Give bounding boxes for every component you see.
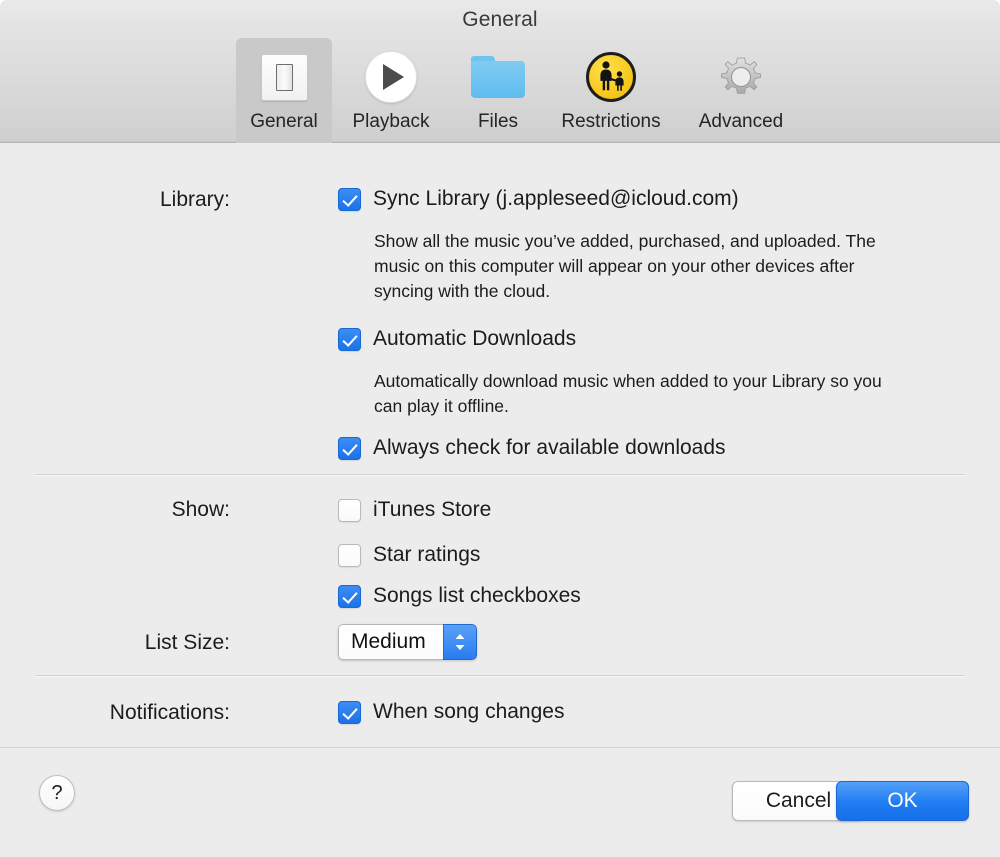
automatic-downloads-description: Automatically download music when added …: [374, 369, 914, 419]
automatic-downloads-row[interactable]: Automatic Downloads: [338, 327, 576, 351]
when-song-changes-row[interactable]: When song changes: [338, 700, 564, 724]
tab-restrictions-label: Restrictions: [561, 111, 660, 133]
list-size-popup-button[interactable]: Medium: [338, 624, 477, 660]
tab-restrictions[interactable]: Restrictions: [546, 38, 676, 143]
tab-playback[interactable]: Playback: [332, 38, 450, 143]
always-check-checkbox[interactable]: [338, 437, 361, 460]
always-check-label: Always check for available downloads: [373, 436, 726, 460]
tab-playback-label: Playback: [352, 111, 429, 133]
tab-advanced-label: Advanced: [699, 111, 784, 133]
chevron-up-down-icon: [452, 631, 468, 653]
itunes-store-label: iTunes Store: [373, 498, 491, 522]
sync-library-checkbox[interactable]: [338, 188, 361, 211]
sync-library-description: Show all the music you’ve added, purchas…: [374, 229, 914, 304]
window-title: General: [0, 8, 1000, 32]
show-songs-list-checkboxes-row[interactable]: Songs list checkboxes: [338, 584, 581, 608]
star-ratings-label: Star ratings: [373, 543, 480, 567]
list-size-value: Medium: [338, 624, 443, 660]
light-switch-icon: [261, 46, 308, 108]
songs-list-checkboxes-label: Songs list checkboxes: [373, 584, 581, 608]
songs-list-checkboxes-checkbox[interactable]: [338, 585, 361, 608]
automatic-downloads-checkbox[interactable]: [338, 328, 361, 351]
library-label: Library:: [120, 188, 230, 212]
toolbar: General General Playback Files: [0, 0, 1000, 143]
gear-icon: [713, 46, 769, 108]
when-song-changes-checkbox[interactable]: [338, 701, 361, 724]
show-star-ratings-row[interactable]: Star ratings: [338, 543, 480, 567]
show-label: Show:: [150, 498, 230, 522]
preferences-window: General General Playback Files: [0, 0, 1000, 857]
help-button[interactable]: ?: [39, 775, 75, 811]
star-ratings-checkbox[interactable]: [338, 544, 361, 567]
toolbar-tabs: General Playback Files: [236, 38, 806, 143]
preferences-content: Library: Sync Library (j.appleseed@iclou…: [0, 143, 1000, 747]
tab-files-label: Files: [478, 111, 518, 133]
separator-library: [36, 474, 964, 476]
sync-library-label: Sync Library (j.appleseed@icloud.com): [373, 187, 739, 211]
play-circle-icon: [365, 46, 417, 108]
sync-library-row[interactable]: Sync Library (j.appleseed@icloud.com): [338, 187, 739, 211]
ok-button[interactable]: OK: [836, 781, 969, 821]
when-song-changes-label: When song changes: [373, 700, 564, 724]
tab-files[interactable]: Files: [450, 38, 546, 143]
tab-general-label: General: [250, 111, 318, 133]
folder-icon: [471, 46, 525, 108]
tab-general[interactable]: General: [236, 38, 332, 143]
separator-list-size: [36, 675, 964, 677]
automatic-downloads-label: Automatic Downloads: [373, 327, 576, 351]
notifications-label: Notifications:: [60, 701, 230, 725]
show-itunes-store-row[interactable]: iTunes Store: [338, 498, 491, 522]
tab-advanced[interactable]: Advanced: [676, 38, 806, 143]
always-check-row[interactable]: Always check for available downloads: [338, 436, 726, 460]
list-size-label: List Size:: [110, 631, 230, 655]
list-size-stepper[interactable]: [443, 624, 477, 660]
parental-controls-icon: [586, 46, 636, 108]
itunes-store-checkbox[interactable]: [338, 499, 361, 522]
